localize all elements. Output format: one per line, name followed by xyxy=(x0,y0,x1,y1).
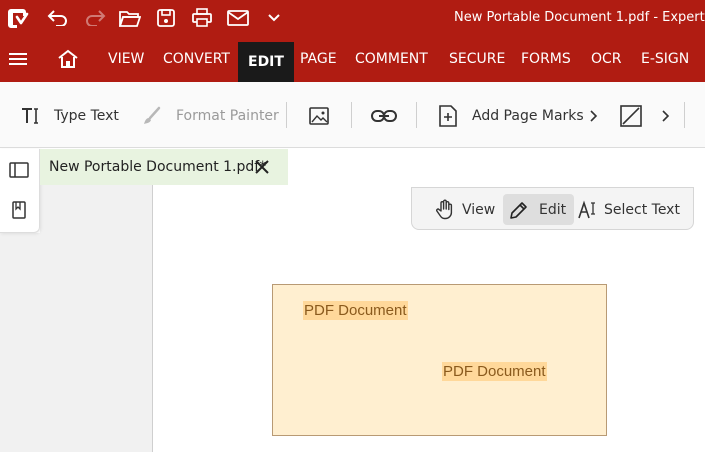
chevron-right-icon[interactable] xyxy=(661,102,671,130)
tab-edit[interactable]: EDIT xyxy=(238,42,294,88)
email-icon[interactable] xyxy=(224,4,252,32)
left-panel xyxy=(40,185,152,233)
crop-box-icon xyxy=(620,105,642,127)
toolbar-divider xyxy=(351,102,352,128)
tab-ocr[interactable]: OCR xyxy=(591,36,622,82)
print-icon[interactable] xyxy=(188,4,216,32)
type-text-button[interactable]: Type Text xyxy=(21,102,119,130)
format-painter-button[interactable]: Format Painter xyxy=(142,102,279,130)
side-rail xyxy=(0,149,40,233)
brush-icon xyxy=(142,106,162,126)
tab-e-sign[interactable]: E-SIGN xyxy=(641,36,689,82)
close-icon[interactable] xyxy=(252,157,272,177)
tab-view[interactable]: VIEW xyxy=(108,36,144,82)
image-icon xyxy=(309,107,329,125)
toolbar-divider xyxy=(416,102,417,128)
select-text-mode-label: Select Text xyxy=(604,201,680,218)
pdf-text-block[interactable]: PDF Document xyxy=(442,362,547,381)
edit-mode-label: Edit xyxy=(539,201,567,218)
pdf-text-block[interactable]: PDF Document xyxy=(303,301,408,320)
edit-toolbar: Type Text Format Painter Add Page Marks xyxy=(0,82,705,148)
document-tab[interactable]: New Portable Document 1.pdf* xyxy=(40,149,288,185)
customize-dropdown-icon[interactable] xyxy=(260,4,288,32)
add-page-marks-label: Add Page Marks xyxy=(472,108,584,124)
window-title: New Portable Document 1.pdf - Expert xyxy=(454,10,705,25)
tab-convert[interactable]: CONVERT xyxy=(163,36,230,82)
insert-image-button[interactable] xyxy=(309,102,329,130)
tab-forms[interactable]: FORMS xyxy=(521,36,571,82)
toolbar-divider xyxy=(684,102,685,128)
save-icon[interactable] xyxy=(152,4,180,32)
text-cursor-icon xyxy=(578,199,598,220)
pdf-page[interactable]: PDF Document PDF Document xyxy=(272,284,607,436)
undo-icon[interactable] xyxy=(44,4,72,32)
view-mode-button[interactable]: View xyxy=(434,194,495,225)
open-folder-icon[interactable] xyxy=(116,4,144,32)
type-text-icon xyxy=(21,107,41,125)
hand-icon xyxy=(434,199,456,221)
menu-icon[interactable] xyxy=(7,36,29,82)
home-icon[interactable] xyxy=(57,36,79,82)
insert-link-button[interactable] xyxy=(371,102,397,130)
add-page-marks-button[interactable]: Add Page Marks xyxy=(438,102,584,130)
tab-page[interactable]: PAGE xyxy=(300,36,337,82)
select-text-mode-button[interactable]: Select Text xyxy=(578,194,680,225)
redo-icon xyxy=(81,4,109,32)
add-page-icon xyxy=(438,105,458,127)
document-tab-label: New Portable Document 1.pdf* xyxy=(49,159,267,175)
link-icon xyxy=(371,109,397,123)
type-text-label: Type Text xyxy=(54,108,119,124)
pencil-icon xyxy=(509,200,529,220)
ribbon-tab-bar: VIEW CONVERT EDIT PAGE COMMENT SECURE FO… xyxy=(0,36,705,88)
edit-object-button[interactable] xyxy=(620,102,642,130)
edit-mode-button[interactable]: Edit xyxy=(503,194,575,225)
mode-switcher: View Edit Select Text xyxy=(411,187,694,230)
tab-comment[interactable]: COMMENT xyxy=(355,36,428,82)
format-painter-label: Format Painter xyxy=(176,108,279,124)
bookmark-icon[interactable] xyxy=(8,199,30,221)
toolbar-divider xyxy=(286,102,287,128)
tab-secure[interactable]: SECURE xyxy=(449,36,505,82)
app-logo-icon[interactable] xyxy=(4,4,32,32)
title-bar: New Portable Document 1.pdf - Expert xyxy=(0,0,705,36)
view-mode-label: View xyxy=(462,201,496,218)
chevron-right-icon[interactable] xyxy=(589,102,599,130)
panel-toggle-icon[interactable] xyxy=(8,159,30,181)
left-panel xyxy=(0,233,152,452)
